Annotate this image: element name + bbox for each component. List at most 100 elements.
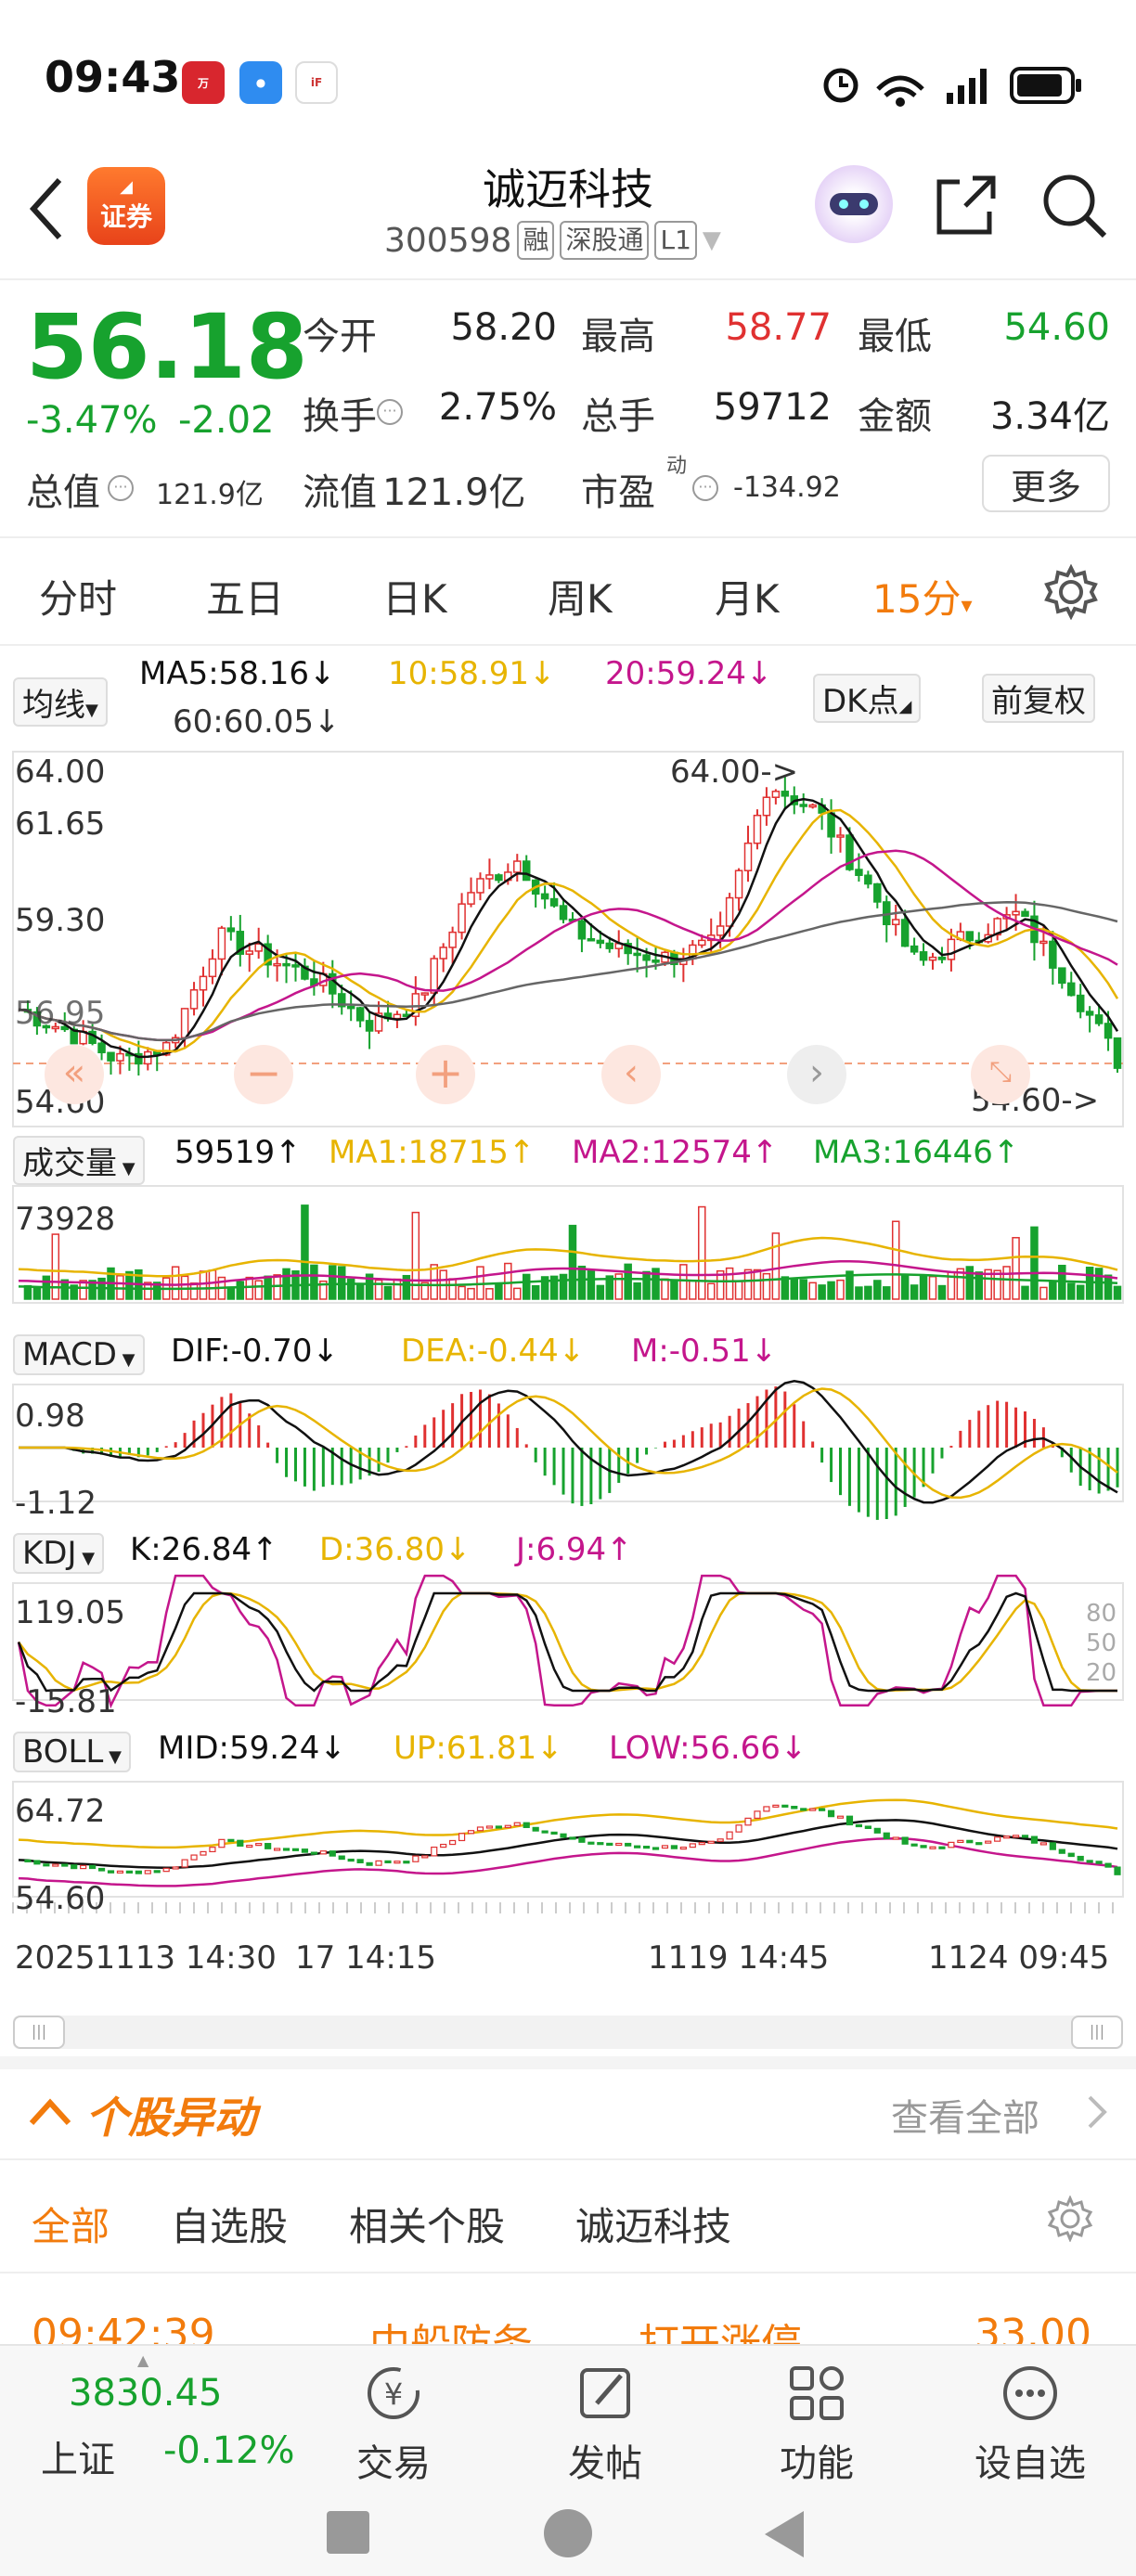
change-pct: -3.47% [26,399,158,442]
expand-up-icon[interactable]: ▲ [137,2351,148,2369]
volume-value: 59519↑ [174,1134,302,1171]
time-axis-ticks [12,1902,1114,1913]
stat-volume: 59712 [713,386,832,429]
volume-bar [393,1278,402,1300]
boll-candle [375,1860,382,1866]
boll-candle [661,1845,669,1849]
tag-margin: 融 [517,221,555,260]
volume-bar [245,1276,253,1300]
tab-five-day[interactable]: 五日 [206,568,284,625]
nav-add-watchlist[interactable]: 设自选 [965,2361,1095,2487]
alert-value: 33.00 [975,2311,1091,2344]
candle-body [199,975,208,991]
boll-candle [513,1822,521,1826]
boll-candle [716,1838,724,1842]
signal-icon [947,69,987,104]
volume-bar [642,1270,651,1300]
volume-bar [725,1267,734,1300]
volume-bar [1049,1281,1057,1300]
boll-select[interactable]: BOLL ▼ [13,1732,131,1772]
step-left-icon[interactable]: ‹ [601,1045,661,1104]
search-icon[interactable] [1039,171,1110,241]
more-button[interactable]: 更多 [982,455,1110,512]
alert-settings-icon[interactable] [1047,2196,1093,2242]
boll-candle [994,1836,1001,1842]
boll-candle [181,1859,188,1868]
candle-body [1058,967,1066,985]
ma-select[interactable]: 均线▼ [13,677,108,727]
nav-functions[interactable]: 功能 [752,2361,882,2487]
zoom-in-icon[interactable]: + [416,1045,475,1104]
volume-bar [679,1264,688,1300]
index-value[interactable]: 3830.45 [69,2372,222,2415]
boll-candle [24,1859,32,1862]
scroll-left-far-icon[interactable]: « [45,1045,104,1104]
view-all-link[interactable]: 查看全部 [891,2088,1039,2142]
candle-body [716,925,725,936]
stock-subtitle[interactable]: 300598 融 深股通 L1 ▼ [384,221,721,260]
alert-row[interactable]: 09:42:39 中船防务 打开涨停 33.00 [0,2311,1136,2344]
home-button-icon[interactable] [544,2509,592,2557]
volume-bar [928,1275,937,1300]
expand-icon[interactable]: ⤡ [971,1045,1030,1104]
volume-bar [1076,1284,1085,1300]
share-icon[interactable] [932,173,999,239]
recents-button-icon[interactable] [327,2511,369,2554]
nav-post[interactable]: 发帖 [540,2361,670,2487]
nav-label: 交易 [356,2442,431,2485]
boll-candle [265,1843,272,1849]
volume-bar [208,1269,217,1300]
range-scrollbar[interactable]: ||| ||| [13,2016,1123,2049]
alert-tab-watchlist[interactable]: 自选股 [171,2196,288,2252]
ma60-value: 60:60.05↓ [173,703,341,741]
stat-label: 总手 [581,395,655,438]
tab-intraday[interactable]: 分时 [39,568,117,625]
adjust-button[interactable]: 前复权 [982,674,1095,723]
collapse-up-icon[interactable] [28,2093,74,2127]
boll-candle [1012,1835,1020,1838]
system-nav-bar [0,2492,1136,2576]
nav-trade[interactable]: ¥ 交易 [329,2361,458,2487]
dk-button[interactable]: DK点◢ [813,674,922,723]
boll-candle [652,1847,660,1850]
stat-turnover: 2.75% [438,386,557,429]
kdj-select[interactable]: KDJ ▼ [13,1533,105,1574]
range-handle-left[interactable]: ||| [13,2016,65,2049]
tab-weekly[interactable]: 周K [548,568,613,625]
alert-tab-all[interactable]: 全部 [32,2196,110,2252]
settings-gear-icon[interactable] [1043,564,1099,620]
tab-15min[interactable]: 15分▾ [872,568,973,625]
macd-select[interactable]: MACD ▼ [13,1334,145,1375]
info-icon[interactable]: ··· [377,399,403,425]
boll-candle [1067,1852,1075,1858]
boll-candle [772,1804,780,1808]
trade-yen-icon: ¥ [368,2367,420,2419]
time-tick: 17 14:15 [295,1939,437,1977]
assistant-avatar-icon[interactable] [815,165,893,243]
tab-monthly[interactable]: 月K [715,568,780,625]
time-tick: 1119 14:45 [648,1939,830,1977]
back-button-icon[interactable] [761,2509,807,2559]
kdj-d: D:36.80↓ [319,1531,471,1568]
alert-tab-related[interactable]: 相关个股 [349,2196,505,2252]
volume-bar [900,1275,910,1300]
volume-select[interactable]: 成交量 ▼ [13,1136,145,1185]
volume-bar [411,1211,420,1300]
boll-candle [532,1826,539,1832]
alert-tab-stock[interactable]: 诚迈科技 [575,2196,731,2252]
tab-daily[interactable]: 日K [382,568,447,625]
zoom-out-icon[interactable]: − [234,1045,293,1104]
info-icon[interactable]: ··· [692,475,718,501]
info-icon[interactable]: ··· [108,475,134,501]
candle-body [891,919,900,926]
candle-body [781,791,790,797]
range-handle-right[interactable]: ||| [1071,2016,1123,2049]
candle-body [725,896,734,927]
step-right-icon[interactable]: › [787,1045,846,1104]
boll-candle [707,1840,715,1844]
volume-bar [458,1285,466,1300]
boll-candle [282,1848,290,1851]
boll-candle [135,1870,142,1874]
volume-bar [965,1266,975,1300]
volume-bar [236,1281,245,1300]
